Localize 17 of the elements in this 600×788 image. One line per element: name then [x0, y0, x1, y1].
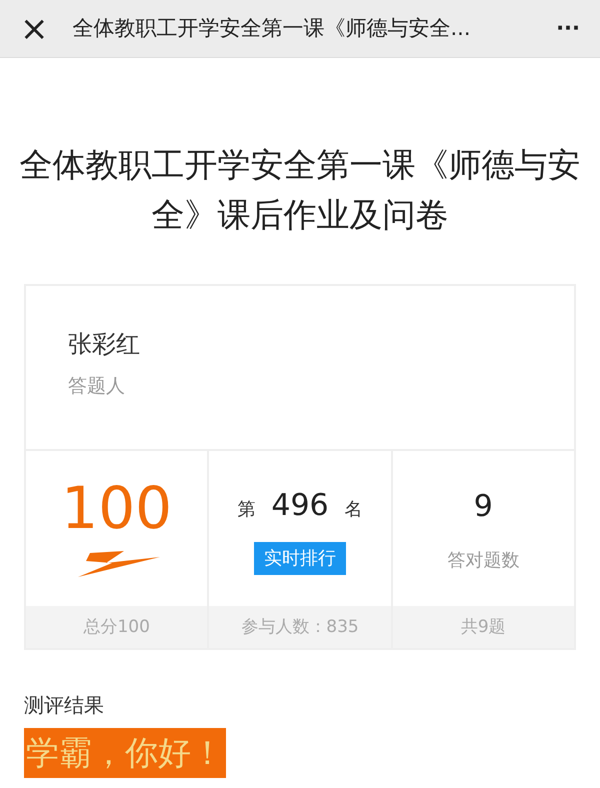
rank-value: 496 — [271, 486, 329, 524]
result-heading: 测评结果 — [24, 692, 105, 719]
rank-prefix: 第 — [237, 498, 256, 522]
count-caption: 答对题数 — [447, 548, 520, 572]
close-button[interactable]: × — [20, 12, 48, 46]
rank-suffix: 名 — [344, 498, 363, 522]
more-button[interactable]: ··· — [556, 12, 580, 44]
page-title: 全体教职工开学安全第一课《师德与安全》课后作业及问卷 — [18, 144, 582, 236]
score-value: 100 — [61, 478, 172, 536]
stat-footer: 参与人数：835 — [209, 606, 391, 648]
stat-footer: 共9题 — [392, 606, 574, 648]
result-banner: 学霸，你好！ — [24, 728, 226, 778]
window-title: 全体教职工开学安全第一课《师德与安全... — [72, 14, 472, 42]
stat-footer: 总分100 — [26, 606, 208, 648]
respondent-name: 张彩红 — [68, 329, 141, 360]
correct-count: 9 — [474, 488, 493, 526]
respondent-label: 答题人 — [68, 374, 126, 399]
